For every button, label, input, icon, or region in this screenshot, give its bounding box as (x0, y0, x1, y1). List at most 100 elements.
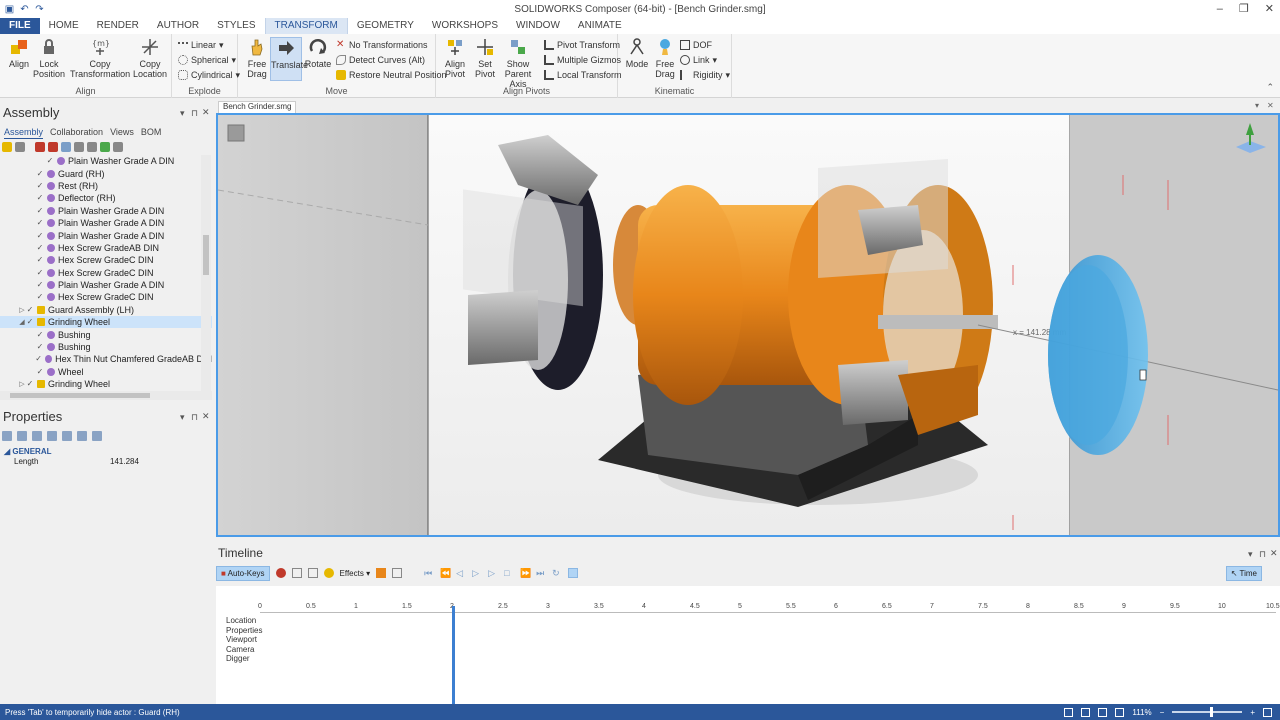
timeline-track-label[interactable]: Digger (216, 654, 260, 664)
visibility-check-icon[interactable]: ✓ (36, 231, 44, 240)
timeline-playhead[interactable] (452, 606, 455, 704)
visibility-check-icon[interactable]: ✓ (36, 169, 44, 178)
document-tab[interactable]: Bench Grinder.smg (218, 101, 297, 113)
tree-item[interactable]: ✓ Plain Washer Grade A DIN (0, 279, 212, 291)
property-tool-icon[interactable] (62, 431, 72, 441)
dof-button[interactable]: DOF (680, 38, 712, 52)
tree-item[interactable]: ✓ Bushing (0, 341, 212, 353)
prev-key-icon[interactable]: ⏪ (440, 568, 451, 578)
scene-canvas[interactable]: x = 141.28 mm (218, 115, 1278, 535)
effects-button[interactable]: Effects ▾ (340, 569, 371, 578)
options-icon[interactable] (113, 142, 123, 152)
tab-file[interactable]: FILE (0, 18, 40, 34)
show-parent-axis-button[interactable]: Show Parent Axis (498, 37, 538, 89)
tree-item[interactable]: ✓ Plain Washer Grade A DIN (0, 155, 212, 167)
timeline-track-label[interactable]: Location (216, 616, 260, 626)
status-select-icon[interactable] (1064, 707, 1074, 717)
visibility-check-icon[interactable]: ✓ (35, 355, 42, 363)
document-menu-icon[interactable]: ▾ (1255, 101, 1259, 110)
visibility-check-icon[interactable]: ✓ (36, 367, 44, 376)
key-filter-icon[interactable] (291, 568, 302, 578)
spherical-explode-button[interactable]: Spherical ▾ (178, 53, 236, 67)
visibility-check-icon[interactable]: ✓ (36, 330, 44, 339)
local-transform-button[interactable]: Local Transform (544, 68, 622, 82)
group-icon[interactable] (100, 142, 110, 152)
tree-scrollbar[interactable] (201, 155, 211, 391)
status-camera-icon[interactable] (1081, 707, 1091, 717)
tree-item[interactable]: ✓ Deflector (RH) (0, 192, 212, 204)
key-style-icon[interactable] (323, 568, 334, 578)
visibility-check-icon[interactable]: ✓ (36, 343, 44, 351)
set-key-icon[interactable] (275, 568, 286, 578)
visibility-check-icon[interactable]: ✓ (36, 256, 44, 264)
visibility-check-icon[interactable]: ✓ (46, 157, 54, 165)
zoom-slider-thumb[interactable] (1210, 707, 1214, 717)
tree-item[interactable]: ✓ Rest (RH) (0, 180, 212, 192)
tab-geometry[interactable]: GEOMETRY (348, 18, 423, 34)
tree-item[interactable]: ▷ ✓ Guard Assembly (LH) (0, 304, 212, 316)
timeline-track-label[interactable]: Camera (216, 645, 260, 655)
status-grid-icon[interactable] (1098, 707, 1108, 717)
tree-hscrollbar-thumb[interactable] (10, 393, 150, 398)
align-pivot-button[interactable]: Align Pivot (438, 37, 472, 79)
list-icon[interactable] (87, 142, 97, 152)
tree-item[interactable]: ✓ Plain Washer Grade A DIN (0, 217, 212, 229)
close-button[interactable]: ✕ (1265, 0, 1274, 18)
timeline-menu-icon[interactable]: ▾ (1248, 549, 1253, 560)
tree-item[interactable]: ✓ Hex Thin Nut Chamfered GradeAB DIN (0, 353, 212, 365)
visibility-check-icon[interactable]: ✓ (36, 293, 44, 301)
event-icon[interactable] (392, 568, 403, 578)
kinematic-free-drag-button[interactable]: Free Drag (648, 37, 682, 79)
timeline-ruler[interactable]: 00.511.522.533.544.555.566.577.588.599.5… (258, 603, 1280, 613)
alphabetical-icon[interactable] (17, 431, 27, 441)
property-row-length[interactable]: Length 141.284 (0, 457, 212, 469)
properties-section-general[interactable]: ◢ GENERAL (4, 447, 52, 456)
auto-keys-button[interactable]: ■ Auto-Keys (216, 565, 270, 581)
copy-transformation-button[interactable]: {m} Copy Transformation (70, 37, 130, 79)
next-key-icon[interactable]: ⏩ (520, 568, 531, 578)
pin-icon[interactable]: ⊓ (191, 108, 198, 119)
panel-close-icon[interactable]: ✕ (202, 107, 210, 118)
set-pivot-button[interactable]: Set Pivot (468, 37, 502, 79)
tree-item[interactable]: ✓ Plain Washer Grade A DIN (0, 205, 212, 217)
visibility-check-icon[interactable]: ✓ (36, 206, 44, 215)
status-fit-icon[interactable] (1115, 707, 1125, 717)
tree-item[interactable]: ✓ Hex Screw GradeC DIN (0, 267, 212, 279)
subtab-collaboration[interactable]: Collaboration (50, 127, 103, 139)
tree-item[interactable]: ✓ Hex Screw GradeC DIN (0, 254, 212, 266)
property-filter-icon[interactable] (32, 431, 42, 441)
property-table-icon[interactable] (92, 431, 102, 441)
sort-icon[interactable] (61, 142, 71, 152)
tree-item[interactable]: ▷ ✓ Grinding Wheel (0, 378, 212, 390)
tree-item[interactable]: ✓ Guard (RH) (0, 167, 212, 179)
visibility-check-icon[interactable]: ✓ (26, 318, 34, 326)
visibility-check-icon[interactable]: ✓ (36, 281, 44, 289)
undo-icon[interactable]: ↶ (19, 4, 30, 15)
property-value[interactable]: 141.284 (110, 457, 210, 469)
tree-item[interactable]: ◢ ✓ Grinding Wheel (0, 316, 212, 329)
properties-pin-icon[interactable]: ⊓ (191, 412, 198, 423)
no-transformations-button[interactable]: ✕ No Transformations (336, 38, 428, 52)
restore-neutral-button[interactable]: Restore Neutral Position (336, 68, 447, 82)
visibility-check-icon[interactable]: ✓ (26, 305, 34, 314)
tree-item[interactable]: ✓ Wheel (0, 366, 212, 378)
tab-transform[interactable]: TRANSFORM (264, 18, 348, 34)
3d-viewport[interactable]: x = 141.28 mm (216, 113, 1280, 537)
tab-animate[interactable]: ANIMATE (569, 18, 631, 34)
go-end-icon[interactable]: ⏭ (536, 568, 546, 578)
property-edit-icon[interactable] (77, 431, 87, 441)
collapse-icon[interactable] (35, 142, 45, 152)
zoom-out-icon[interactable]: − (1160, 708, 1165, 717)
viewport-film-icon[interactable] (227, 124, 245, 142)
align-button[interactable]: Align (2, 37, 36, 69)
cylindrical-explode-button[interactable]: Cylindrical ▾ (178, 68, 240, 82)
marker-icon[interactable] (376, 568, 387, 578)
multiple-gizmos-button[interactable]: Multiple Gizmos (544, 53, 621, 67)
timeline-close-icon[interactable]: ✕ (1270, 548, 1278, 559)
pivot-transform-button[interactable]: Pivot Transform (544, 38, 620, 52)
minimize-button[interactable]: – (1217, 0, 1223, 18)
subtab-assembly[interactable]: Assembly (4, 127, 44, 139)
step-back-icon[interactable]: ◁ (456, 568, 466, 578)
columns-icon[interactable] (74, 142, 84, 152)
tree-scrollbar-thumb[interactable] (203, 235, 209, 275)
